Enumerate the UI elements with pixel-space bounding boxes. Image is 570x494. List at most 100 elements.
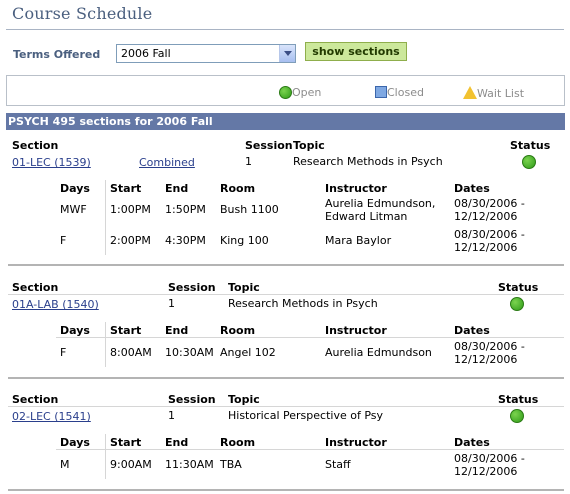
- status-legend: Open Closed Wait List: [6, 75, 565, 106]
- meeting-end: 1:50PM: [165, 203, 206, 216]
- section-divider: [8, 377, 564, 379]
- end-header: End: [165, 324, 189, 337]
- legend-open-label: Open: [292, 86, 322, 99]
- legend-closed: Closed: [375, 86, 424, 99]
- status-header: Status: [498, 393, 539, 406]
- days-header: Days: [60, 182, 90, 195]
- meeting-room: King 100: [220, 234, 269, 247]
- chevron-down-icon[interactable]: [279, 45, 295, 62]
- meeting-dates: 12/12/2006: [454, 241, 518, 254]
- closed-status-icon: [375, 86, 387, 98]
- meeting-days: F: [60, 234, 67, 247]
- section-link[interactable]: 01A-LAB (1540): [12, 298, 99, 311]
- start-header: Start: [110, 182, 142, 195]
- meeting-start: 2:00PM: [110, 234, 151, 247]
- wait-list-status-icon: [463, 86, 477, 99]
- days-header: Days: [60, 436, 90, 449]
- column-separator: [105, 180, 106, 255]
- dates-header: Dates: [454, 324, 490, 337]
- section-divider: [8, 264, 564, 266]
- session-value: 1: [168, 409, 175, 422]
- session-header: Session: [168, 393, 216, 406]
- end-header: End: [165, 182, 189, 195]
- start-header: Start: [110, 324, 142, 337]
- dates-header: Dates: [454, 436, 490, 449]
- column-separator: [105, 434, 106, 479]
- status-header: Status: [510, 139, 551, 152]
- meeting-end: 11:30AM: [165, 458, 214, 471]
- column-separator: [105, 322, 106, 367]
- meeting-dates: 12/12/2006: [454, 210, 518, 223]
- end-header: End: [165, 436, 189, 449]
- legend-closed-label: Closed: [387, 86, 424, 99]
- topic-value: Research Methods in Psych: [293, 155, 443, 168]
- meeting-instructor: Mara Baylor: [325, 234, 392, 247]
- open-status-icon: [279, 86, 292, 99]
- days-header: Days: [60, 324, 90, 337]
- section-header: Section: [12, 139, 59, 152]
- open-status-icon: [510, 409, 524, 423]
- meeting-instructor: Aurelia Edmundson,: [325, 197, 436, 210]
- topic-header: Topic: [228, 393, 260, 406]
- room-header: Room: [220, 436, 256, 449]
- meeting-days: F: [60, 346, 67, 359]
- page-title: Course Schedule: [12, 4, 153, 23]
- title-divider: [6, 29, 564, 30]
- meeting-dates: 12/12/2006: [454, 353, 518, 366]
- section-divider: [8, 489, 564, 491]
- meeting-dates: 08/30/2006 -: [454, 340, 525, 353]
- meeting-room: Angel 102: [220, 346, 276, 359]
- header-divider: [56, 449, 564, 450]
- meeting-start: 8:00AM: [110, 346, 152, 359]
- session-value: 1: [245, 155, 252, 168]
- instructor-header: Instructor: [325, 324, 387, 337]
- legend-wait-list: Wait List: [463, 86, 524, 100]
- section-link[interactable]: 02-LEC (1541): [12, 410, 91, 423]
- dates-header: Dates: [454, 182, 490, 195]
- session-header: Session: [168, 281, 216, 294]
- section-header: Section: [12, 281, 59, 294]
- meeting-end: 10:30AM: [165, 346, 214, 359]
- open-status-icon: [510, 297, 524, 311]
- meeting-instructor: Staff: [325, 458, 351, 471]
- topic-header: Topic: [228, 281, 260, 294]
- topic-header: Topic: [293, 139, 325, 152]
- meeting-start: 9:00AM: [110, 458, 152, 471]
- room-header: Room: [220, 182, 256, 195]
- section-header: Section: [12, 393, 59, 406]
- instructor-header: Instructor: [325, 182, 387, 195]
- terms-offered-value: 2006 Fall: [121, 47, 171, 60]
- start-header: Start: [110, 436, 142, 449]
- terms-offered-label: Terms Offered: [13, 48, 101, 61]
- header-divider: [8, 294, 564, 295]
- meeting-dates: 08/30/2006 -: [454, 228, 525, 241]
- session-value: 1: [168, 297, 175, 310]
- meeting-room: TBA: [220, 458, 242, 471]
- meeting-start: 1:00PM: [110, 203, 151, 216]
- meeting-days: M: [60, 458, 70, 471]
- legend-wait-list-label: Wait List: [477, 87, 525, 100]
- meeting-instructor: Edward Litman: [325, 210, 408, 223]
- combined-link[interactable]: Combined: [139, 156, 195, 169]
- meeting-dates: 08/30/2006 -: [454, 452, 525, 465]
- instructor-header: Instructor: [325, 436, 387, 449]
- topic-value: Historical Perspective of Psy: [228, 409, 384, 422]
- show-sections-button[interactable]: show sections: [305, 42, 407, 61]
- open-status-icon: [522, 155, 536, 169]
- meeting-room: Bush 1100: [220, 203, 279, 216]
- meeting-days: MWF: [60, 203, 87, 216]
- meeting-instructor: Aurelia Edmundson: [325, 346, 432, 359]
- section-link[interactable]: 01-LEC (1539): [12, 156, 91, 169]
- session-header: Session: [245, 139, 293, 152]
- header-divider: [8, 406, 564, 407]
- room-header: Room: [220, 324, 256, 337]
- meeting-end: 4:30PM: [165, 234, 206, 247]
- meeting-dates: 08/30/2006 -: [454, 197, 525, 210]
- meeting-dates: 12/12/2006: [454, 465, 518, 478]
- terms-offered-select[interactable]: 2006 Fall: [116, 44, 296, 63]
- topic-value: Research Methods in Psych: [228, 297, 378, 310]
- header-divider: [56, 337, 564, 338]
- legend-open: Open: [279, 86, 321, 99]
- sections-banner: PSYCH 495 sections for 2006 Fall: [6, 113, 565, 130]
- status-header: Status: [498, 281, 539, 294]
